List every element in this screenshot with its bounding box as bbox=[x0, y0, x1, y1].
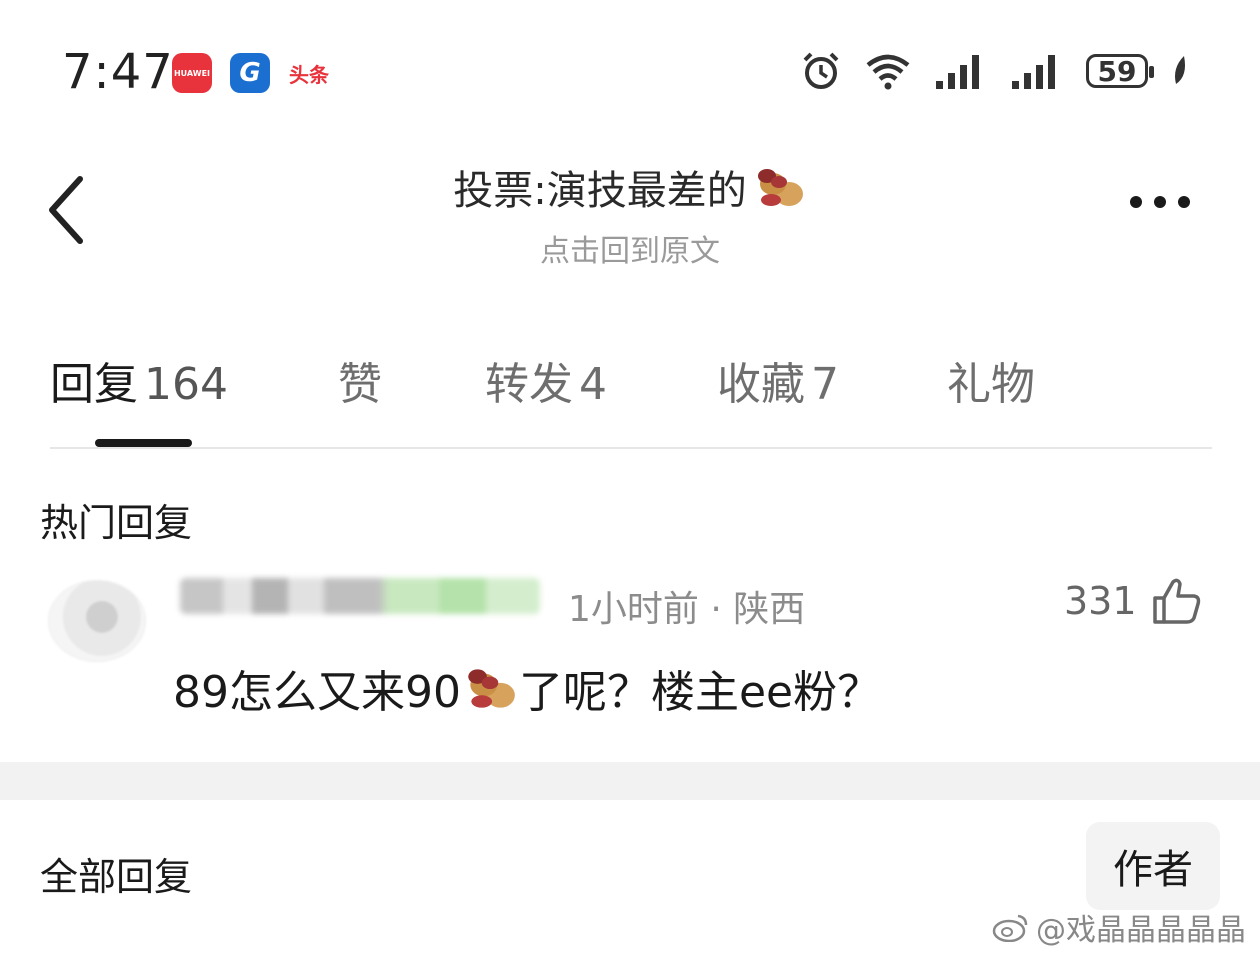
watermark: @戏晶晶晶晶晶 bbox=[992, 905, 1246, 949]
signal-icon-2 bbox=[1012, 55, 1055, 89]
page-title[interactable]: 投票:演技最差的 bbox=[453, 158, 806, 216]
tab-reposts[interactable]: 转发 4 bbox=[485, 348, 717, 412]
comment-text: 89怎么又来90 了呢？楼主ee粉？ bbox=[173, 656, 881, 720]
username-blurred[interactable] bbox=[180, 578, 540, 614]
section-separator bbox=[0, 762, 1260, 800]
status-time: 7:47 bbox=[62, 44, 174, 100]
comment-meta: 1小时前 · 陕西 bbox=[568, 589, 806, 630]
huawei-app-icon: HUAWEI bbox=[172, 53, 212, 93]
page-header: 投票:演技最差的 点击回到原文 bbox=[0, 158, 1260, 270]
status-icons: 59 bbox=[800, 50, 1190, 92]
like-count: 331 bbox=[1064, 579, 1137, 623]
author-filter-button[interactable]: 作者 bbox=[1086, 822, 1220, 910]
weibo-logo-icon bbox=[992, 914, 1028, 942]
leaf-icon bbox=[1175, 56, 1185, 84]
avatar[interactable] bbox=[48, 580, 146, 662]
toutiao-app-icon: 头条 bbox=[289, 62, 329, 87]
alarm-icon bbox=[803, 52, 839, 89]
tab-replies[interactable]: 回复 164 bbox=[50, 348, 338, 412]
battery-indicator: 59 bbox=[1086, 54, 1154, 88]
tab-gifts[interactable]: 礼物 bbox=[947, 348, 1035, 412]
guangfa-app-icon: G bbox=[230, 53, 270, 93]
back-to-original-link[interactable]: 点击回到原文 bbox=[0, 226, 1260, 270]
hot-replies-heading: 热门回复 bbox=[40, 501, 193, 545]
like-button[interactable]: 331 bbox=[1064, 576, 1203, 626]
thumbs-up-icon bbox=[1152, 578, 1200, 624]
tab-divider bbox=[50, 447, 1212, 449]
tab-likes[interactable]: 赞 bbox=[338, 348, 485, 412]
all-replies-heading: 全部回复 bbox=[40, 855, 193, 899]
peanut-emoji-icon bbox=[468, 669, 515, 708]
tab-bar: 回复 164 赞 转发 4 收藏 7 礼物 bbox=[50, 348, 1035, 412]
tab-favorites[interactable]: 收藏 7 bbox=[717, 348, 947, 412]
more-options-icon[interactable] bbox=[1130, 196, 1190, 208]
peanut-emoji-icon bbox=[757, 169, 803, 206]
wifi-icon bbox=[866, 54, 910, 90]
signal-icon bbox=[936, 55, 979, 89]
active-tab-indicator bbox=[95, 439, 192, 447]
